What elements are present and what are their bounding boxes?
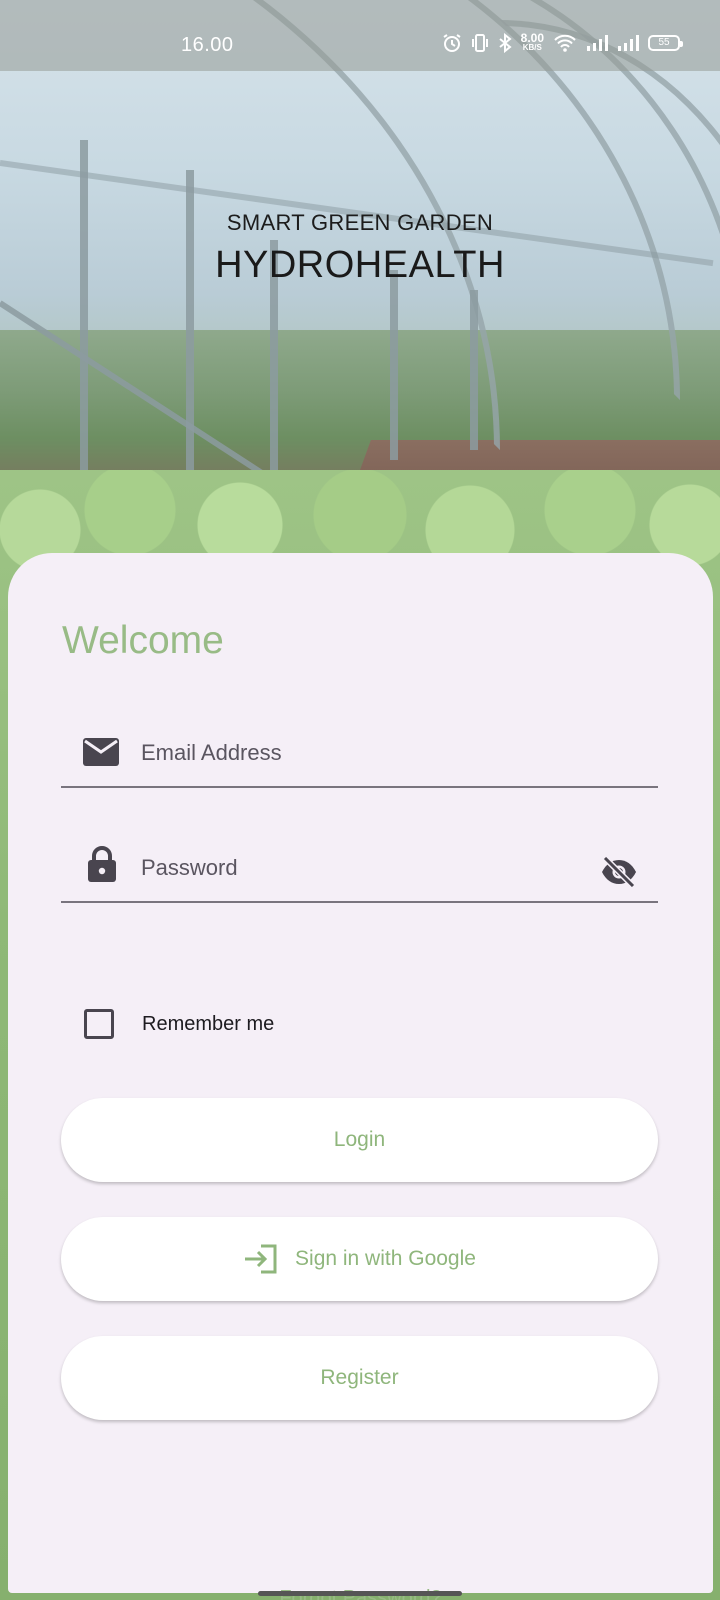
network-speed-unit: KB/S — [522, 43, 542, 52]
status-time: 16.00 — [181, 34, 234, 56]
remember-me-checkbox[interactable] — [84, 1009, 114, 1039]
visibility-off-icon[interactable] — [600, 855, 638, 892]
password-input[interactable] — [141, 823, 561, 901]
battery-icon: 55 — [648, 35, 683, 51]
network-speed-value: 8.00 — [520, 31, 544, 45]
greenhouse-post — [80, 140, 88, 480]
app-title: HYDROHEALTH — [215, 244, 505, 286]
google-signin-button[interactable]: Sign in with Google — [61, 1217, 658, 1301]
status-icons: 8.00 KB/S 55 — [442, 31, 683, 53]
bluetooth-icon — [498, 33, 512, 53]
email-icon — [83, 738, 119, 771]
login-button[interactable]: Login — [61, 1098, 658, 1182]
welcome-heading: Welcome — [62, 619, 224, 662]
google-signin-label: Sign in with Google — [295, 1247, 476, 1270]
password-field[interactable] — [61, 823, 658, 903]
home-indicator[interactable] — [258, 1591, 462, 1596]
login-arrow-icon — [243, 1243, 279, 1275]
greenhouse-post — [470, 290, 478, 450]
signal-icon — [617, 34, 639, 52]
lock-icon — [87, 845, 117, 888]
network-speed: 8.00 KB/S — [520, 31, 544, 52]
greenhouse-post — [390, 270, 398, 460]
vibrate-icon — [471, 33, 489, 53]
remember-me[interactable]: Remember me — [84, 1009, 274, 1039]
alarm-icon — [442, 33, 462, 53]
status-bar: 16.00 8.00 KB/S 55 — [0, 0, 720, 71]
wifi-icon — [553, 33, 577, 53]
login-card: Welcome Remember me Login Sign in with G… — [8, 553, 713, 1600]
signal-icon — [586, 34, 608, 52]
register-button[interactable]: Register — [61, 1336, 658, 1420]
email-field[interactable] — [61, 708, 658, 788]
email-input[interactable] — [141, 708, 561, 786]
app-subtitle: SMART GREEN GARDEN — [226, 210, 494, 235]
remember-me-label: Remember me — [142, 1012, 275, 1035]
